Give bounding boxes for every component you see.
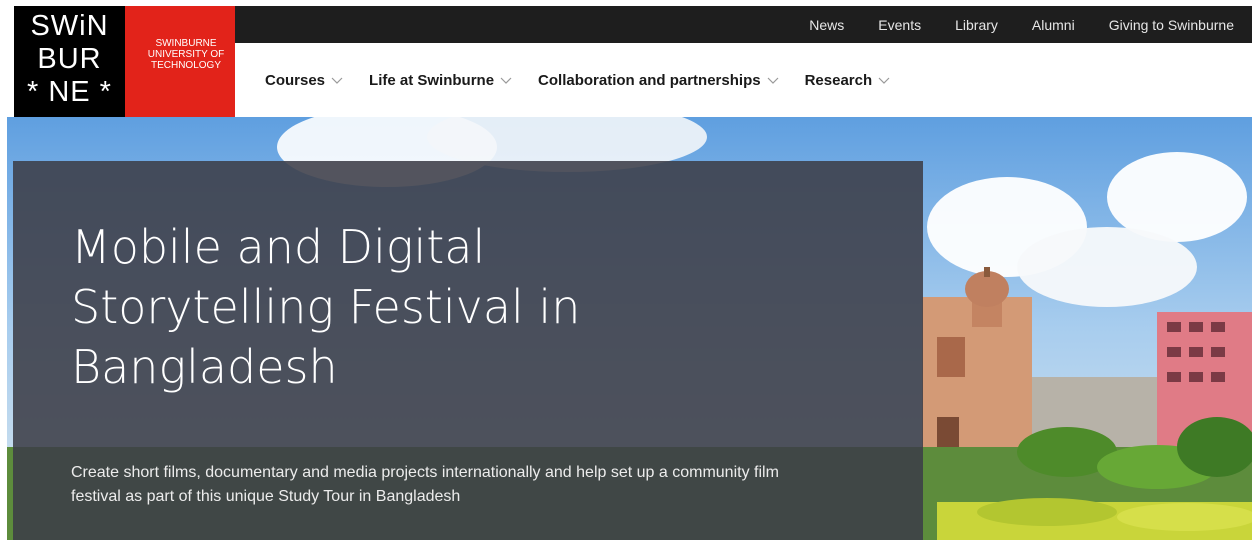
top-link-library[interactable]: Library [955, 17, 998, 33]
chevron-down-icon [500, 77, 512, 84]
utility-bar: News Events Library Alumni Giving to Swi… [235, 6, 1252, 43]
nav-item-label: Life at Swinburne [369, 71, 495, 89]
logo-line-3: * NE * [27, 76, 112, 108]
chevron-down-icon [331, 77, 343, 84]
hero-title: Mobile and Digital Storytelling Festival… [71, 217, 791, 397]
nav-item-research[interactable]: Research [805, 72, 891, 89]
logo-line-1: SWiN [30, 10, 109, 42]
nav-item-life-at-swinburne[interactable]: Life at Swinburne [369, 72, 512, 89]
logo-tagline-block[interactable]: SWINBURNE UNIVERSITY OF TECHNOLOGY [125, 6, 235, 117]
nav-item-courses[interactable]: Courses [265, 72, 343, 89]
nav-item-label: Research [804, 71, 873, 89]
top-link-news[interactable]: News [809, 17, 844, 33]
chevron-down-icon [767, 77, 779, 84]
nav-item-label: Courses [265, 71, 326, 89]
hero-description: Create short films, documentary and medi… [71, 464, 779, 505]
hero-banner: Mobile and Digital Storytelling Festival… [7, 117, 1252, 540]
top-link-giving[interactable]: Giving to Swinburne [1109, 17, 1234, 33]
logo-line-2: BUR [37, 43, 102, 75]
nav-item-collaboration[interactable]: Collaboration and partnerships [538, 72, 779, 89]
main-navigation: Courses Life at Swinburne Collaboration … [235, 43, 1252, 117]
logo-tagline: SWINBURNE UNIVERSITY OF TECHNOLOGY [147, 38, 225, 71]
chevron-down-icon [878, 77, 890, 84]
hero-title-line-1: Mobile and Digital [71, 220, 486, 274]
nav-item-label: Collaboration and partnerships [538, 71, 761, 89]
utility-links: News Events Library Alumni Giving to Swi… [775, 6, 1234, 43]
hero-title-line-3: Bangladesh [71, 340, 338, 394]
hero-title-line-2: Storytelling Festival in [71, 280, 581, 334]
swinburne-logo[interactable]: SWiN BUR * NE * [14, 6, 125, 117]
top-link-alumni[interactable]: Alumni [1032, 17, 1075, 33]
top-link-events[interactable]: Events [878, 17, 921, 33]
hero-text-panel: Mobile and Digital Storytelling Festival… [13, 161, 923, 540]
